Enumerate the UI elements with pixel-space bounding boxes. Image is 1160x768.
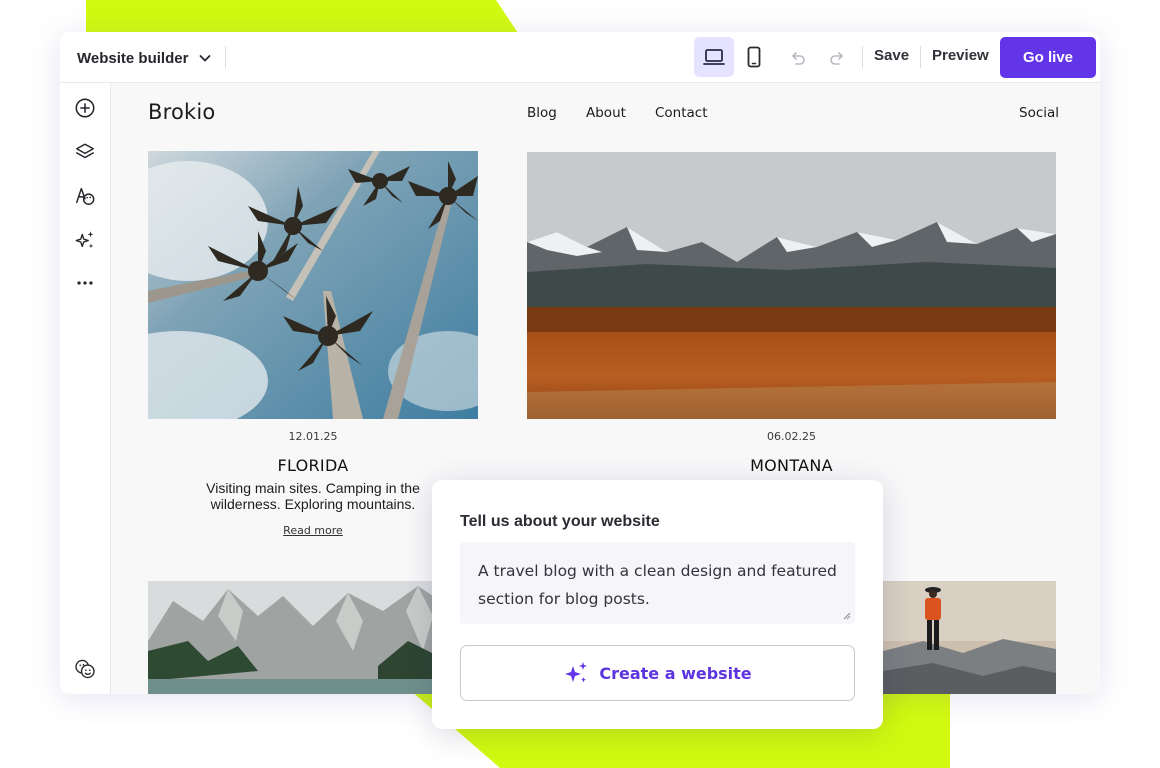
post-excerpt: Visiting main sites. Camping in the wild… bbox=[148, 480, 478, 512]
mobile-view-button[interactable] bbox=[734, 37, 774, 77]
post-image-rocky-peaks-lake[interactable] bbox=[148, 581, 478, 694]
add-circle-icon bbox=[75, 98, 95, 118]
accessibility-faces-icon bbox=[75, 659, 95, 679]
post-image-palm-trees[interactable] bbox=[148, 151, 478, 419]
create-website-button[interactable]: Create a website bbox=[460, 645, 855, 701]
website-prompt-card: Tell us about your website A travel blog… bbox=[432, 480, 883, 729]
post-excerpt-line: wilderness. Exploring mountains. bbox=[210, 496, 416, 512]
desktop-view-button[interactable] bbox=[694, 37, 734, 77]
preview-button[interactable]: Preview bbox=[932, 47, 989, 64]
site-brand-logo[interactable]: Brokio bbox=[148, 100, 215, 124]
undo-button[interactable] bbox=[784, 44, 812, 72]
redo-icon bbox=[830, 52, 843, 65]
read-more-link[interactable]: Read more bbox=[148, 524, 478, 537]
post-excerpt-line: Visiting main sites. Camping in the bbox=[206, 480, 420, 496]
resize-handle-icon[interactable] bbox=[843, 612, 851, 620]
prompt-heading: Tell us about your website bbox=[460, 513, 660, 530]
phone-icon bbox=[747, 46, 761, 68]
typography-palette-icon bbox=[76, 187, 95, 205]
sidebar-styles-button[interactable] bbox=[72, 183, 98, 209]
left-sidebar bbox=[60, 83, 111, 694]
website-selector-label: Website builder bbox=[77, 49, 189, 67]
sparkles-icon bbox=[75, 231, 94, 249]
sidebar-accessibility-button[interactable] bbox=[72, 656, 98, 682]
toolbar-divider bbox=[920, 46, 921, 68]
site-nav-social[interactable]: Social bbox=[1019, 105, 1059, 121]
website-description-textarea[interactable]: A travel blog with a clean design and fe… bbox=[460, 542, 855, 624]
site-nav-blog[interactable]: Blog bbox=[527, 105, 557, 121]
post-image-hiker-rocks[interactable] bbox=[883, 581, 1056, 694]
site-nav-contact[interactable]: Contact bbox=[655, 105, 708, 121]
sidebar-layers-button[interactable] bbox=[72, 139, 98, 165]
go-live-button[interactable]: Go live bbox=[1000, 37, 1096, 78]
sparkles-icon bbox=[565, 662, 588, 683]
toolbar-divider bbox=[225, 46, 226, 68]
toolbar: Website builder Save Preview Go live bbox=[60, 32, 1100, 83]
laptop-icon bbox=[703, 49, 725, 65]
post-title[interactable]: MONTANA bbox=[527, 456, 1056, 475]
more-dots-icon bbox=[77, 281, 93, 285]
layers-icon bbox=[76, 143, 94, 159]
undo-icon bbox=[792, 52, 805, 65]
redo-button[interactable] bbox=[823, 44, 851, 72]
sidebar-add-button[interactable] bbox=[72, 95, 98, 121]
chevron-down-icon bbox=[200, 55, 211, 62]
post-title[interactable]: FLORIDA bbox=[148, 456, 478, 475]
post-date: 12.01.25 bbox=[288, 430, 338, 443]
toolbar-divider bbox=[862, 46, 863, 68]
website-selector-dropdown[interactable]: Website builder bbox=[77, 47, 212, 69]
post-date: 06.02.25 bbox=[767, 430, 816, 443]
website-description-text: A travel blog with a clean design and fe… bbox=[478, 562, 837, 608]
sidebar-more-button[interactable] bbox=[72, 270, 98, 296]
sidebar-ai-button[interactable] bbox=[72, 227, 98, 253]
save-button[interactable]: Save bbox=[874, 47, 909, 64]
create-website-label: Create a website bbox=[599, 663, 752, 683]
post-image-mountains-field[interactable] bbox=[527, 152, 1056, 419]
site-nav-about[interactable]: About bbox=[586, 105, 626, 121]
